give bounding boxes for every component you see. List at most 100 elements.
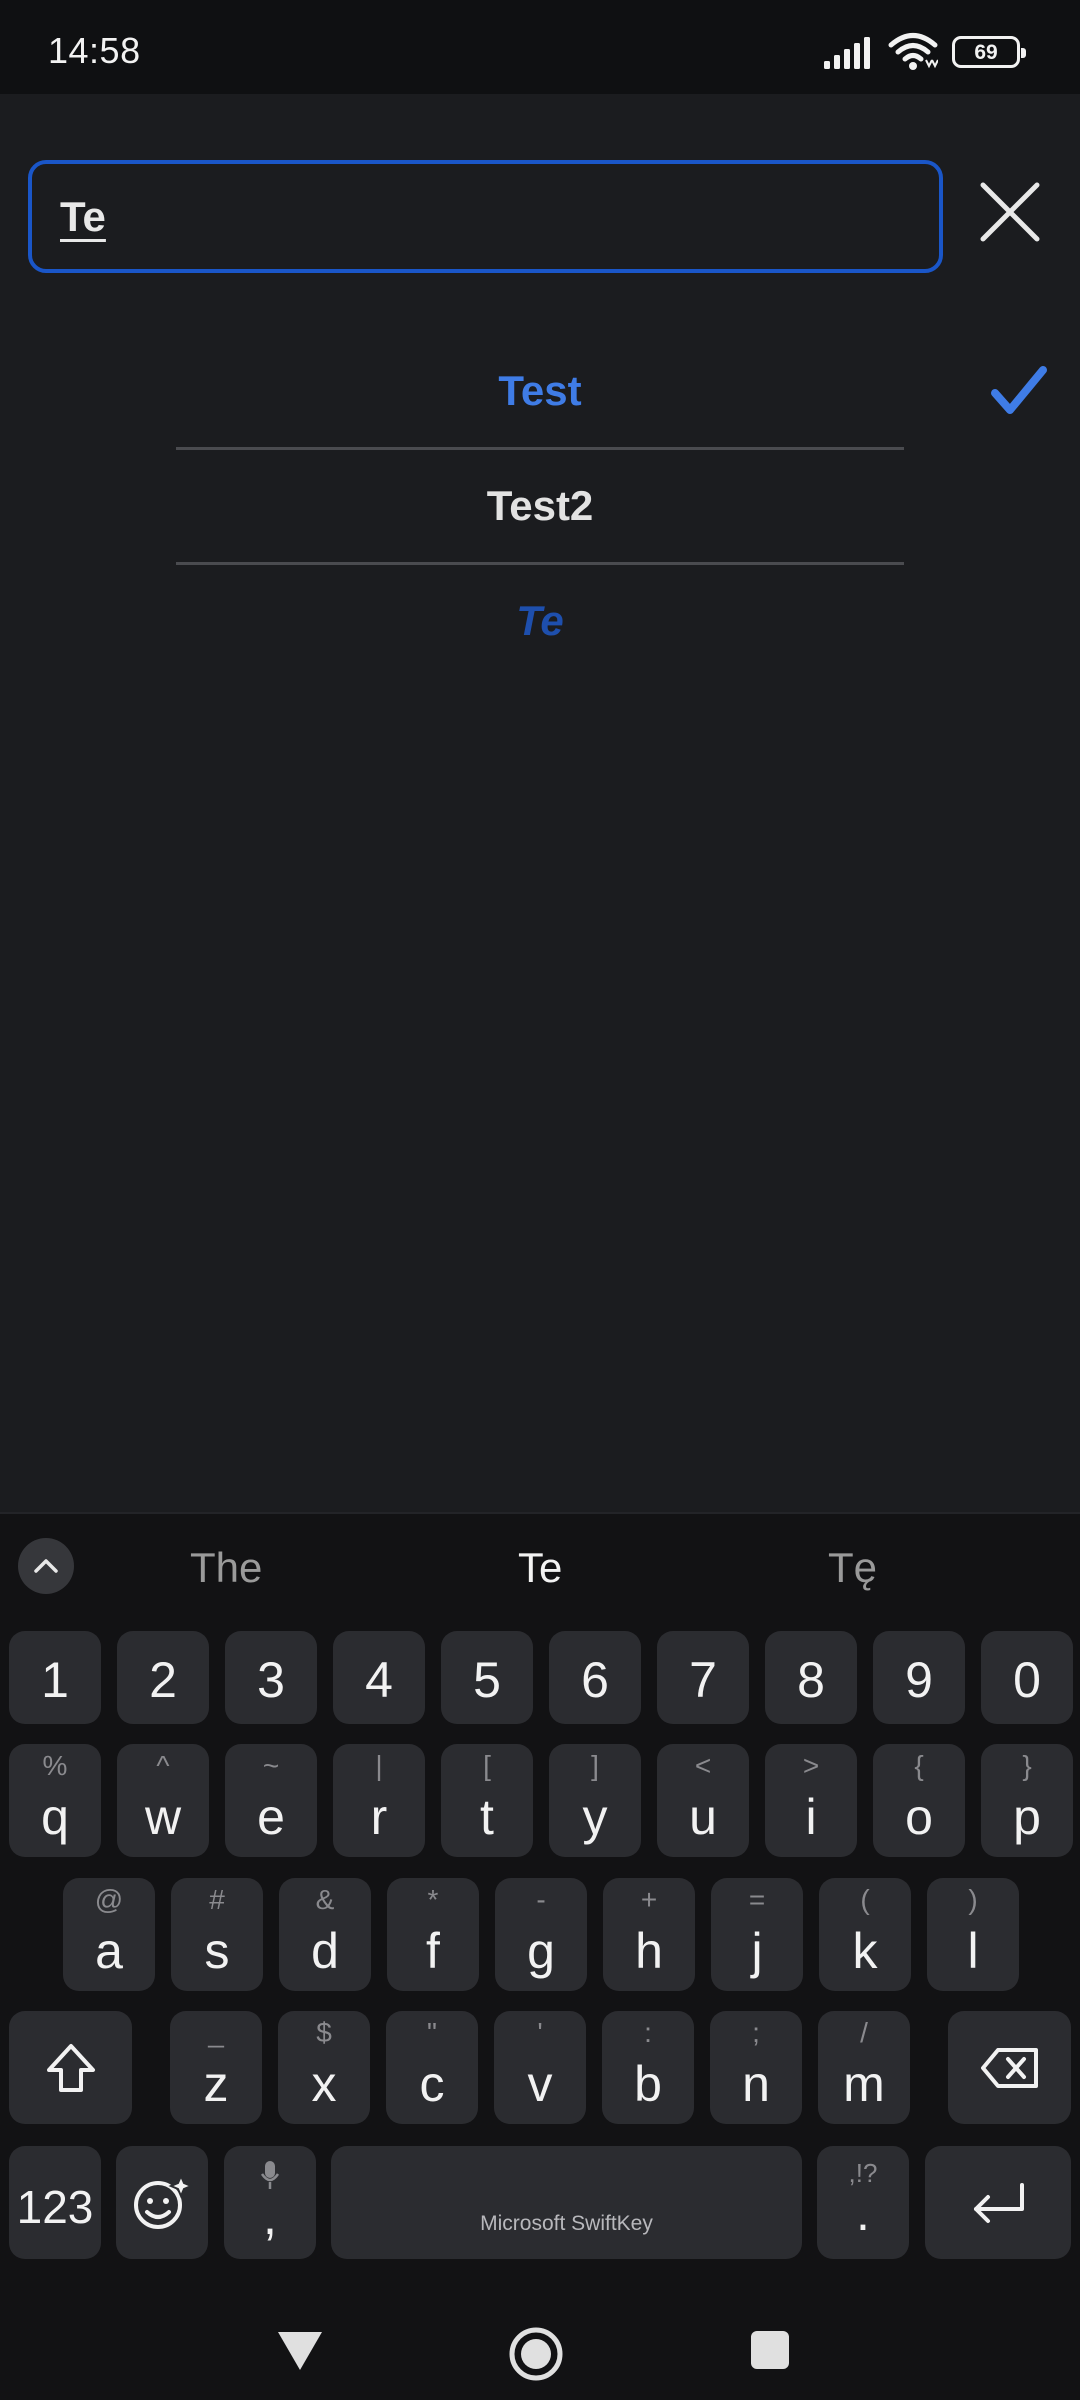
back-button[interactable]	[276, 2330, 324, 2377]
key-e[interactable]: ~ e	[225, 1744, 317, 1857]
suggestion-label: Test2	[486, 482, 594, 529]
key-label: y	[582, 1789, 608, 1845]
expand-toolbar-button[interactable]	[18, 1538, 74, 1594]
key-alt-label: :	[644, 2017, 652, 2048]
key-label: o	[905, 1789, 933, 1845]
key-t[interactable]: [t	[441, 1744, 533, 1857]
key-label: 7	[689, 1652, 717, 1708]
key-u[interactable]: < u	[657, 1744, 749, 1857]
key-i[interactable]: > i	[765, 1744, 857, 1857]
home-button[interactable]	[508, 2326, 564, 2387]
wifi-icon	[888, 33, 938, 70]
key-w[interactable]: ^ w	[117, 1744, 209, 1857]
key-alt-label: &	[315, 1884, 335, 1915]
key-f[interactable]: * f	[387, 1878, 479, 1991]
key-0[interactable]: 0	[981, 1631, 1073, 1724]
emoji-key[interactable]	[116, 2146, 208, 2259]
back-triangle-icon	[278, 2332, 322, 2370]
key-label: 9	[905, 1652, 933, 1708]
key-y[interactable]: ] y	[549, 1744, 641, 1857]
key-r[interactable]: | r	[333, 1744, 425, 1857]
key-label: d	[311, 1923, 339, 1979]
word-suggestion[interactable]: Tę	[828, 1544, 877, 1592]
key-v[interactable]: ' v	[494, 2011, 586, 2124]
key-l[interactable]: ) l	[927, 1878, 1019, 1991]
status-time: 14:58	[48, 30, 141, 71]
search-input[interactable]: Te	[28, 160, 943, 273]
comma-key[interactable]: ,	[224, 2146, 316, 2259]
key-alt-label: /	[860, 2017, 868, 2048]
key-label: 5	[473, 1652, 501, 1708]
key-9[interactable]: 9	[873, 1631, 965, 1724]
key-q[interactable]: % q	[9, 1744, 101, 1857]
key-label: 4	[365, 1652, 393, 1708]
shift-key[interactable]	[9, 2011, 132, 2124]
battery-icon: 69	[952, 36, 1026, 68]
key-alt-label: *	[427, 1884, 439, 1915]
key-j[interactable]: = j	[711, 1878, 803, 1991]
backspace-icon	[980, 2047, 1038, 2088]
key-c[interactable]: " c	[386, 2011, 478, 2124]
key-alt-label: ]	[591, 1750, 599, 1781]
key-label: c	[419, 2056, 445, 2112]
key-label: l	[967, 1923, 979, 1979]
battery-level: 69	[974, 40, 998, 64]
backspace-key[interactable]	[948, 2011, 1071, 2124]
recents-button[interactable]	[750, 2330, 790, 2375]
suggestion-item-test2[interactable]: Test2	[0, 450, 1080, 562]
period-key[interactable]: ,!? .	[817, 2146, 909, 2259]
word-suggestion[interactable]: Te	[518, 1544, 562, 1592]
key-z[interactable]: _ z	[170, 2011, 262, 2124]
key-alt-label: <	[694, 1750, 712, 1781]
key-label: j	[751, 1923, 763, 1979]
key-6[interactable]: 6	[549, 1631, 641, 1724]
key-1[interactable]: 1	[9, 1631, 101, 1724]
microphone-icon	[260, 2161, 280, 2189]
key-s[interactable]: # s	[171, 1878, 263, 1991]
key-7[interactable]: 7	[657, 1631, 749, 1724]
word-suggestion[interactable]: The	[190, 1544, 262, 1592]
key-3[interactable]: 3	[225, 1631, 317, 1724]
key-m[interactable]: / m	[818, 2011, 910, 2124]
key-d[interactable]: & d	[279, 1878, 371, 1991]
key-alt-label: @	[94, 1884, 124, 1915]
key-alt-label: [	[483, 1750, 491, 1781]
key-x[interactable]: $ x	[278, 2011, 370, 2124]
key-n[interactable]: ; n	[710, 2011, 802, 2124]
key-4[interactable]: 4	[333, 1631, 425, 1724]
key-label: v	[527, 2056, 553, 2112]
key-label: s	[204, 1923, 230, 1979]
suggestion-label: Test	[498, 367, 582, 414]
key-label: 8	[797, 1652, 825, 1708]
key-g[interactable]: -g	[495, 1878, 587, 1991]
key-label: p	[1013, 1789, 1041, 1845]
key-o[interactable]: {o	[873, 1744, 965, 1857]
key-alt-label: _	[208, 2017, 224, 2048]
key-alt-label: $	[316, 2017, 332, 2048]
navigation-bar	[0, 2300, 1080, 2400]
key-label: 0	[1013, 1652, 1041, 1708]
suggestion-item-new[interactable]: Te	[0, 565, 1080, 677]
enter-key[interactable]	[925, 2146, 1071, 2259]
suggestion-item-test[interactable]: Test	[0, 335, 1080, 447]
key-h[interactable]: + h	[603, 1878, 695, 1991]
key-alt-label: ^	[156, 1750, 170, 1781]
key-k[interactable]: (k	[819, 1878, 911, 1991]
key-alt-label: =	[748, 1884, 766, 1915]
key-b[interactable]: :b	[602, 2011, 694, 2124]
numbers-mode-key[interactable]: 123	[9, 2146, 101, 2259]
key-p[interactable]: } p	[981, 1744, 1073, 1857]
key-label: 3	[257, 1652, 285, 1708]
key-8[interactable]: 8	[765, 1631, 857, 1724]
key-label: 1	[41, 1652, 69, 1708]
key-2[interactable]: 2	[117, 1631, 209, 1724]
key-a[interactable]: @ a	[63, 1878, 155, 1991]
key-5[interactable]: 5	[441, 1631, 533, 1724]
space-key[interactable]: Microsoft SwiftKey	[331, 2146, 802, 2259]
key-alt-label: ;	[752, 2017, 760, 2048]
close-button[interactable]	[975, 177, 1045, 247]
key-label: m	[843, 2056, 885, 2112]
numbers-mode-label: 123	[16, 2181, 94, 2233]
search-input-value: Te	[60, 192, 106, 240]
key-label: z	[203, 2056, 229, 2112]
